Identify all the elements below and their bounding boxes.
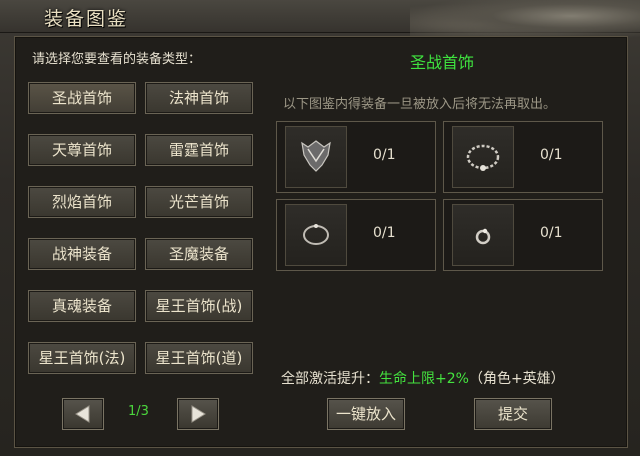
activation-bonus: 全部激活提升：生命上限+2%（角色+英雄） — [281, 368, 565, 388]
slot-count: 0/1 — [373, 147, 396, 163]
section-title: 圣战首饰 — [410, 53, 475, 72]
encyclopedia-window: 装备图鉴 请选择您要查看的装备类型： 圣战首饰 法神首饰 天尊首饰 雷霆首饰 烈… — [0, 0, 640, 456]
helmet-icon[interactable] — [285, 126, 347, 188]
category-button-leiting[interactable]: 雷霆首饰 — [145, 134, 253, 166]
slot-count: 0/1 — [540, 225, 563, 241]
arrow-right-icon — [191, 405, 206, 423]
prev-page-button[interactable] — [62, 398, 104, 430]
equipment-slot[interactable]: 0/1 — [276, 199, 436, 271]
slot-count: 0/1 — [540, 147, 563, 163]
category-button-xingwang-dao[interactable]: 星王首饰(道) — [145, 342, 253, 374]
category-prompt: 请选择您要查看的装备类型： — [32, 52, 202, 67]
page-indicator: 1/3 — [128, 404, 149, 419]
notice-text: 以下图鉴内得装备一旦被放入后将无法再取出。 — [283, 97, 557, 112]
category-button-tianzun[interactable]: 天尊首饰 — [28, 134, 136, 166]
category-button-shengmo[interactable]: 圣魔装备 — [145, 238, 253, 270]
necklace-icon[interactable] — [452, 126, 514, 188]
category-button-lieyan[interactable]: 烈焰首饰 — [28, 186, 136, 218]
category-button-zhanshen[interactable]: 战神装备 — [28, 238, 136, 270]
category-button-fashen[interactable]: 法神首饰 — [145, 82, 253, 114]
bracelet-icon[interactable] — [285, 204, 347, 266]
category-button-xingwang-zhan[interactable]: 星王首饰(战) — [145, 290, 253, 322]
bonus-suffix: （角色+英雄） — [468, 371, 565, 387]
slot-count: 0/1 — [373, 225, 396, 241]
equipment-slot[interactable]: 0/1 — [443, 199, 603, 271]
equipment-slot[interactable]: 0/1 — [276, 121, 436, 193]
category-button-xingwang-fa[interactable]: 星王首饰(法) — [28, 342, 136, 374]
window-title: 装备图鉴 — [44, 8, 129, 30]
put-all-button[interactable]: 一键放入 — [327, 398, 405, 430]
title-bar[interactable]: 装备图鉴 — [0, 0, 640, 40]
bonus-value: 生命上限+2% — [379, 371, 469, 387]
category-button-shengzhan[interactable]: 圣战首饰 — [28, 82, 136, 114]
category-button-zhenhun[interactable]: 真魂装备 — [28, 290, 136, 322]
dragon-ornament-icon — [410, 0, 640, 40]
next-page-button[interactable] — [177, 398, 219, 430]
arrow-left-icon — [75, 405, 90, 423]
category-button-guangmang[interactable]: 光芒首饰 — [145, 186, 253, 218]
bonus-prefix: 全部激活提升： — [281, 371, 379, 387]
ring-icon[interactable] — [452, 204, 514, 266]
submit-button[interactable]: 提交 — [474, 398, 552, 430]
equipment-slot[interactable]: 0/1 — [443, 121, 603, 193]
